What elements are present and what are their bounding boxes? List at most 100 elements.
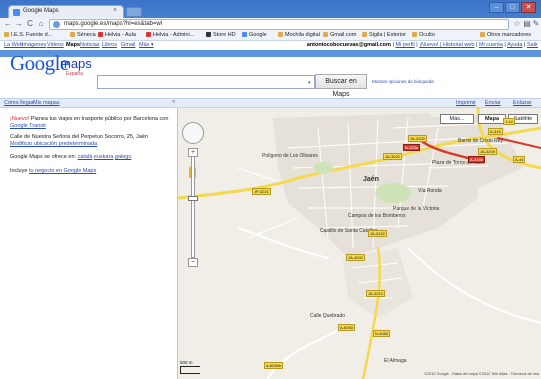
left-panel: ¡Nuevo! Planea tus viajes en trasporte p… [0, 108, 178, 379]
bookmark-page-icon [323, 32, 328, 37]
language-catala-link[interactable]: català [78, 154, 93, 160]
road-label: N-4050 [373, 330, 391, 337]
place-label: Polígono de Los Olivares [262, 153, 318, 159]
help-link[interactable]: Ayuda [507, 42, 523, 48]
other-bookmarks[interactable]: Otros marcadores [480, 32, 531, 38]
road-label: A-316 [488, 128, 503, 135]
bookmark-item[interactable]: Store HD [206, 32, 236, 38]
city-label: Jaén [363, 176, 379, 183]
language-galego-link[interactable]: galego [115, 154, 132, 160]
google-maps-favicon-icon [13, 9, 20, 16]
bookmark-page-icon [98, 32, 103, 37]
bookmark-item[interactable]: Helvia - Admini... [146, 32, 194, 38]
gbar-link-news[interactable]: Noticias [80, 42, 100, 48]
map-scale-bar [180, 366, 200, 374]
toolbar-strip: Cómo llegar Mis mapas « Imprimir Enviar … [0, 98, 541, 108]
print-link[interactable]: Imprimir [456, 100, 476, 106]
map-canvas[interactable]: Más... Mapa Satélite + − Jaén Polígono d… [178, 108, 541, 379]
bookmark-item[interactable]: Séneca [70, 32, 96, 38]
gbar-link-more[interactable]: Más ▾ [139, 42, 154, 48]
directions-link[interactable]: Cómo llegar [4, 100, 34, 106]
bookmark-item[interactable]: Google [242, 32, 267, 38]
road-label: A-6050 [338, 324, 355, 331]
bookmark-item[interactable]: Oculto [412, 32, 435, 38]
change-location-link[interactable]: Modificar ubicación predeterminada [10, 141, 97, 147]
map-type-more-button[interactable]: Más... [440, 114, 474, 124]
link-link[interactable]: Enlazar [513, 100, 532, 106]
place-label: Parque de la Victoria [393, 206, 440, 212]
bookmark-page-icon [362, 32, 367, 37]
sign-out-link[interactable]: Salir [527, 42, 538, 48]
window-controls: – □ ✕ [488, 2, 538, 14]
user-profile-link[interactable]: Mi perfil [395, 42, 414, 48]
window-close-icon[interactable]: ✕ [521, 2, 536, 13]
zoom-out-button[interactable]: − [188, 258, 198, 267]
collapse-panel-icon[interactable]: « [172, 99, 175, 105]
business-link[interactable]: tu negocio en Google Maps [29, 168, 96, 174]
bookmark-page-icon [4, 32, 9, 37]
road-label: A-316b [468, 156, 485, 163]
gbar-link-web[interactable]: La Web [4, 42, 23, 48]
address-url: maps.google.es/maps?hl=es&tab=wl [64, 21, 163, 27]
gbar-link-maps[interactable]: Maps [66, 42, 80, 48]
bookmark-page-icon [146, 32, 151, 37]
place-label: Vía Ronda [418, 188, 442, 194]
home-icon[interactable]: ⌂ [36, 19, 46, 29]
search-maps-button[interactable]: Buscar en Maps [315, 74, 367, 98]
bookmark-page-icon [412, 32, 417, 37]
wrench-icon[interactable]: ✎ [531, 19, 541, 29]
pan-control-icon[interactable] [182, 122, 204, 144]
map-scale-label: 500 m [180, 360, 193, 365]
zoom-slider-thumb[interactable] [188, 196, 198, 201]
maps-search-input[interactable] [97, 75, 315, 89]
bookmarks-bar: I.E.S. Fuente d... Séneca Helvia - Aula … [0, 31, 541, 41]
folder-icon [480, 32, 485, 37]
gbar-link-gmail[interactable]: Gmail [121, 42, 135, 48]
maximize-icon[interactable]: □ [505, 2, 520, 13]
browser-tab[interactable]: Google Maps × [8, 5, 124, 18]
bookmark-item[interactable]: Mochila digital [278, 32, 320, 38]
language-euskara-link[interactable]: euskara [94, 154, 114, 160]
google-transit-link[interactable]: Google Transit [10, 123, 46, 129]
browser-toolbar: ← → C ⌂ maps.google.es/maps?hl=es&tab=wl… [0, 18, 541, 31]
forward-arrow-icon[interactable]: → [14, 19, 24, 29]
tab-close-icon[interactable]: × [113, 7, 117, 14]
bookmark-page-icon [206, 32, 211, 37]
send-link[interactable]: Enviar [485, 100, 501, 106]
new-tab-button[interactable] [126, 7, 142, 17]
address-bar[interactable]: maps.google.es/maps?hl=es&tab=wl [49, 19, 509, 30]
zoom-slider-track[interactable] [191, 156, 195, 258]
gbar-link-books[interactable]: Libros [102, 42, 117, 48]
bookmark-page-icon [278, 32, 283, 37]
place-label: Barrio de Cristo Rey [458, 138, 504, 144]
road-label: JP-3221 [252, 188, 271, 195]
search-dropdown-icon[interactable]: ▾ [308, 80, 311, 86]
bookmark-item[interactable]: Helvia - Aula [98, 32, 136, 38]
place-label: Campos de los Bomberos [348, 213, 406, 219]
logo-country: España [66, 71, 83, 77]
road-label: JA-3200 [408, 135, 427, 142]
gbar-link-videos[interactable]: Videos [47, 42, 64, 48]
place-label: El Almaga [384, 358, 407, 364]
my-maps-link[interactable]: Mis mapas [33, 100, 60, 106]
history-link[interactable]: ¡Nuevo! | Historial web [419, 42, 474, 48]
bookmark-star-icon[interactable]: ☆ [512, 19, 522, 29]
road-label: JA-3242 [368, 230, 387, 237]
tab-title: Google Maps [23, 8, 59, 14]
bookmark-item[interactable]: Sigila | Exterior [362, 32, 406, 38]
gbar-link-images[interactable]: Imágenes [22, 42, 46, 48]
user-email: antoniocobocuevas@gmail.com [306, 42, 391, 48]
languages: Google Maps se ofrece en: català euskara… [10, 154, 170, 161]
search-options-link[interactable]: Mostrar opciones de búsqueda [372, 79, 434, 84]
google-bar: La Web Imágenes Videos Maps Noticias Lib… [0, 41, 541, 50]
account-link[interactable]: Mi cuenta [479, 42, 503, 48]
reload-icon[interactable]: C [25, 19, 35, 29]
minimize-icon[interactable]: – [489, 2, 504, 13]
bookmark-item[interactable]: I.E.S. Fuente d... [4, 32, 52, 38]
default-location: Calle de Nuestra Señora del Perpetuo Soc… [10, 134, 170, 148]
map-type-map-button[interactable]: Mapa [478, 114, 506, 124]
bookmark-item[interactable]: Gmail.com [323, 32, 356, 38]
page-globe-icon [53, 21, 60, 28]
back-arrow-icon[interactable]: ← [3, 19, 13, 29]
map-copyright[interactable]: ©2012 Google - Datos de mapa ©2012 Tele … [424, 372, 539, 376]
